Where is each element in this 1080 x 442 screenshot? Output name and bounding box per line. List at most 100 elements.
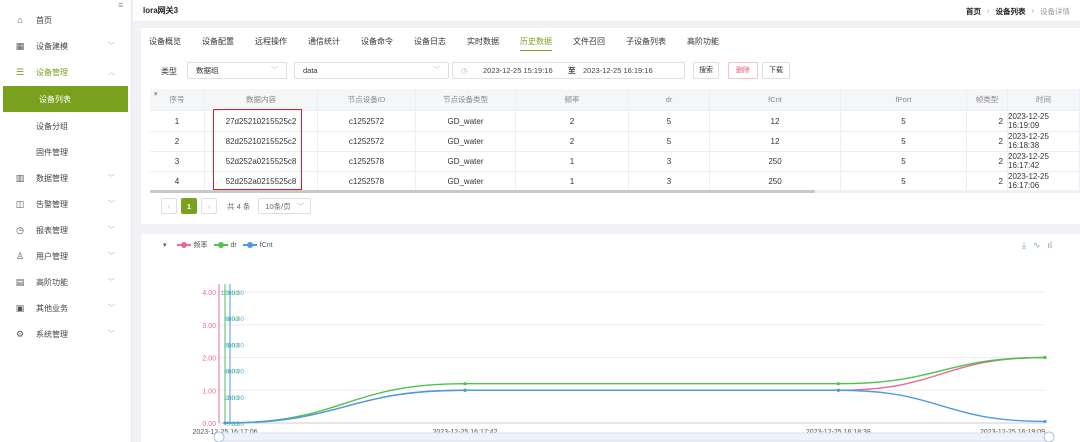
- column-header[interactable]: 数据内容: [205, 89, 318, 110]
- tab-1[interactable]: 设备配置: [202, 36, 234, 51]
- table-cell: 5: [841, 131, 967, 151]
- column-header[interactable]: 序号: [150, 89, 205, 110]
- y-tick-label: 1000.00: [221, 290, 245, 297]
- legend-toggle-icon[interactable]: ▾: [163, 241, 167, 249]
- top-header: lora网关3 首页 › 设备列表 › 设备详情: [133, 0, 1080, 22]
- sidebar-item-clock[interactable]: ◷ 报表管理 ﹀: [0, 217, 131, 243]
- column-header[interactable]: fCnt: [710, 89, 841, 110]
- line-chart-icon[interactable]: ∿: [1033, 240, 1041, 251]
- table-cell: 2: [967, 151, 1008, 171]
- sidebar-item-settings[interactable]: ⚙ 系统管理 ﹀: [0, 321, 131, 347]
- table-row[interactable]: 1 27d25210215525c2 c1252572 GD_water 2 5 12 5 2 2…: [150, 111, 1080, 132]
- tab-0[interactable]: 设备概览: [149, 36, 181, 51]
- column-header[interactable]: 帧类型: [967, 89, 1008, 110]
- history-chart: 0.00 1.00 2.00 3.00 4.00 0.00 2.00 4.00 6.00 8.00…: [141, 234, 1080, 442]
- tab-4[interactable]: 设备命令: [361, 36, 393, 51]
- next-page-button[interactable]: ›: [201, 198, 217, 214]
- tab-2[interactable]: 远程操作: [255, 36, 287, 51]
- table-row[interactable]: 2 82d25210215525c2 c1252572 GD_water 2 5 12 5 2 2…: [150, 131, 1080, 152]
- column-header[interactable]: fPort: [841, 89, 967, 110]
- legend-item[interactable]: dr: [213, 242, 237, 249]
- sidebar-item-label: 告警管理: [36, 199, 68, 209]
- column-header[interactable]: 频率: [516, 89, 629, 110]
- legend-label: 频率: [193, 242, 208, 249]
- table-cell: 1: [516, 151, 629, 171]
- column-header[interactable]: 节点设备类型: [416, 89, 516, 110]
- page-size-value: 10条/页: [265, 201, 291, 211]
- tab-9[interactable]: 子设备列表: [626, 36, 666, 51]
- legend-item[interactable]: fCnt: [242, 242, 273, 249]
- bar-chart-icon[interactable]: ıl: [1048, 240, 1053, 251]
- tab-8[interactable]: 文件召回: [573, 36, 605, 51]
- breadcrumb-device-list[interactable]: 设备列表: [996, 6, 1026, 17]
- chevron-down-icon: ﹀: [108, 227, 115, 234]
- breadcrumb-home[interactable]: 首页: [966, 6, 981, 17]
- legend-item[interactable]: 频率: [176, 240, 208, 250]
- table-cell: 2: [516, 111, 629, 131]
- y-tick-label: 800.00: [224, 316, 244, 323]
- sidebar-subitem-1[interactable]: 设备分组: [0, 113, 131, 139]
- sort-icon[interactable]: ▾: [154, 90, 158, 98]
- legend-swatch: [242, 242, 257, 248]
- sidebar-subitem-2[interactable]: 固件管理: [0, 139, 131, 165]
- column-header-label: 帧类型: [975, 95, 999, 104]
- data-zoom-track: [218, 432, 1050, 442]
- table-cell: 2: [967, 111, 1008, 131]
- page-size-select[interactable]: 10条/页 ﹀: [258, 198, 312, 214]
- tab-10[interactable]: 高阶功能: [687, 36, 719, 51]
- chevron-down-icon: ﹀: [271, 67, 278, 74]
- table-cell: 2023-12-25 16:17:06: [1008, 171, 1080, 191]
- sidebar-item-chart[interactable]: ▥ 数据管理 ﹀: [0, 165, 131, 191]
- sidebar-item-home[interactable]: ⌂ 首页: [0, 7, 131, 33]
- table-cell: 250: [710, 171, 841, 191]
- breadcrumb-separator: ›: [1031, 6, 1035, 15]
- tab-3[interactable]: 通信统计: [308, 36, 340, 51]
- column-header-label: 序号: [169, 95, 185, 104]
- column-header[interactable]: dr: [629, 89, 710, 110]
- sidebar-item-label: 首页: [36, 15, 52, 25]
- column-header[interactable]: 时间: [1008, 89, 1080, 110]
- sidebar-item-advanced[interactable]: ▤ 高阶功能 ﹀: [0, 269, 131, 295]
- tab-7[interactable]: 历史数据: [520, 36, 552, 51]
- sidebar-subitem-0[interactable]: 设备列表: [3, 86, 128, 112]
- type-select[interactable]: 数据组 ﹀: [187, 62, 287, 79]
- device-icon: ☰: [15, 66, 25, 77]
- table-row[interactable]: 3 52d252a0215525c8 c1252578 GD_water 1 3 250 5 2…: [150, 151, 1080, 172]
- chevron-down-icon: ﹀: [108, 331, 115, 338]
- y-tick-label: 0.00: [202, 421, 216, 428]
- date-start[interactable]: 2023-12-25 15:19:16: [483, 63, 553, 78]
- prev-page-button[interactable]: ‹: [161, 198, 177, 214]
- advanced-icon: ▤: [15, 276, 25, 287]
- column-header-label: 频率: [564, 95, 580, 104]
- column-header-label: 数据内容: [246, 95, 276, 104]
- column-header-label: fPort: [895, 95, 912, 104]
- date-range-picker[interactable]: ◷ 2023-12-25 15:19:16 至 2023-12-25 16:19…: [452, 62, 685, 79]
- main-content: 设备概览 设备配置 远程操作 通信统计 设备命令 设备日志 实时数据 历史数据 文件召回 子设备列…: [141, 28, 1080, 442]
- scrollbar-thumb[interactable]: [150, 190, 815, 193]
- data-select[interactable]: data ﹀: [294, 62, 449, 79]
- table-horizontal-scrollbar[interactable]: [150, 190, 1080, 193]
- device-title: lora网关3: [143, 6, 179, 15]
- sidebar-item-model[interactable]: ▦ 设备建模 ﹀: [0, 33, 131, 59]
- alarm-icon: ◫: [15, 198, 25, 209]
- search-button[interactable]: 搜索: [693, 62, 719, 79]
- home-icon: ⌂: [17, 15, 23, 25]
- save-image-icon[interactable]: ⤓: [1022, 240, 1026, 251]
- sidebar-item-other[interactable]: ▣ 其他业务 ﹀: [0, 295, 131, 321]
- sidebar-item-user[interactable]: ♙ 用户管理 ﹀: [0, 243, 131, 269]
- sidebar-item-alarm[interactable]: ◫ 告警管理 ﹀: [0, 191, 131, 217]
- tab-6[interactable]: 实时数据: [467, 36, 499, 51]
- tab-5[interactable]: 设备日志: [414, 36, 446, 51]
- y-tick-label: 3.00: [202, 323, 216, 330]
- column-header[interactable]: 节点设备ID: [318, 89, 416, 110]
- date-end[interactable]: 2023-12-25 16:19:16: [583, 63, 653, 78]
- breadcrumb: 首页 › 设备列表 › 设备详情: [966, 6, 1070, 17]
- download-button[interactable]: 下载: [762, 62, 790, 79]
- table-cell: 2023-12-25 16:19:09: [1008, 111, 1080, 131]
- table-row[interactable]: 4 52d252a0215525c8 c1252578 GD_water 1 3 250 5 2…: [150, 171, 1080, 192]
- chevron-down-icon: ﹀: [433, 67, 440, 74]
- sidebar-item-device[interactable]: ☰ 设备管理 ︿: [0, 59, 131, 85]
- delete-button[interactable]: 删除: [728, 62, 758, 79]
- page-1-button[interactable]: 1: [181, 198, 197, 214]
- sidebar-item-label: 设备管理: [36, 67, 68, 77]
